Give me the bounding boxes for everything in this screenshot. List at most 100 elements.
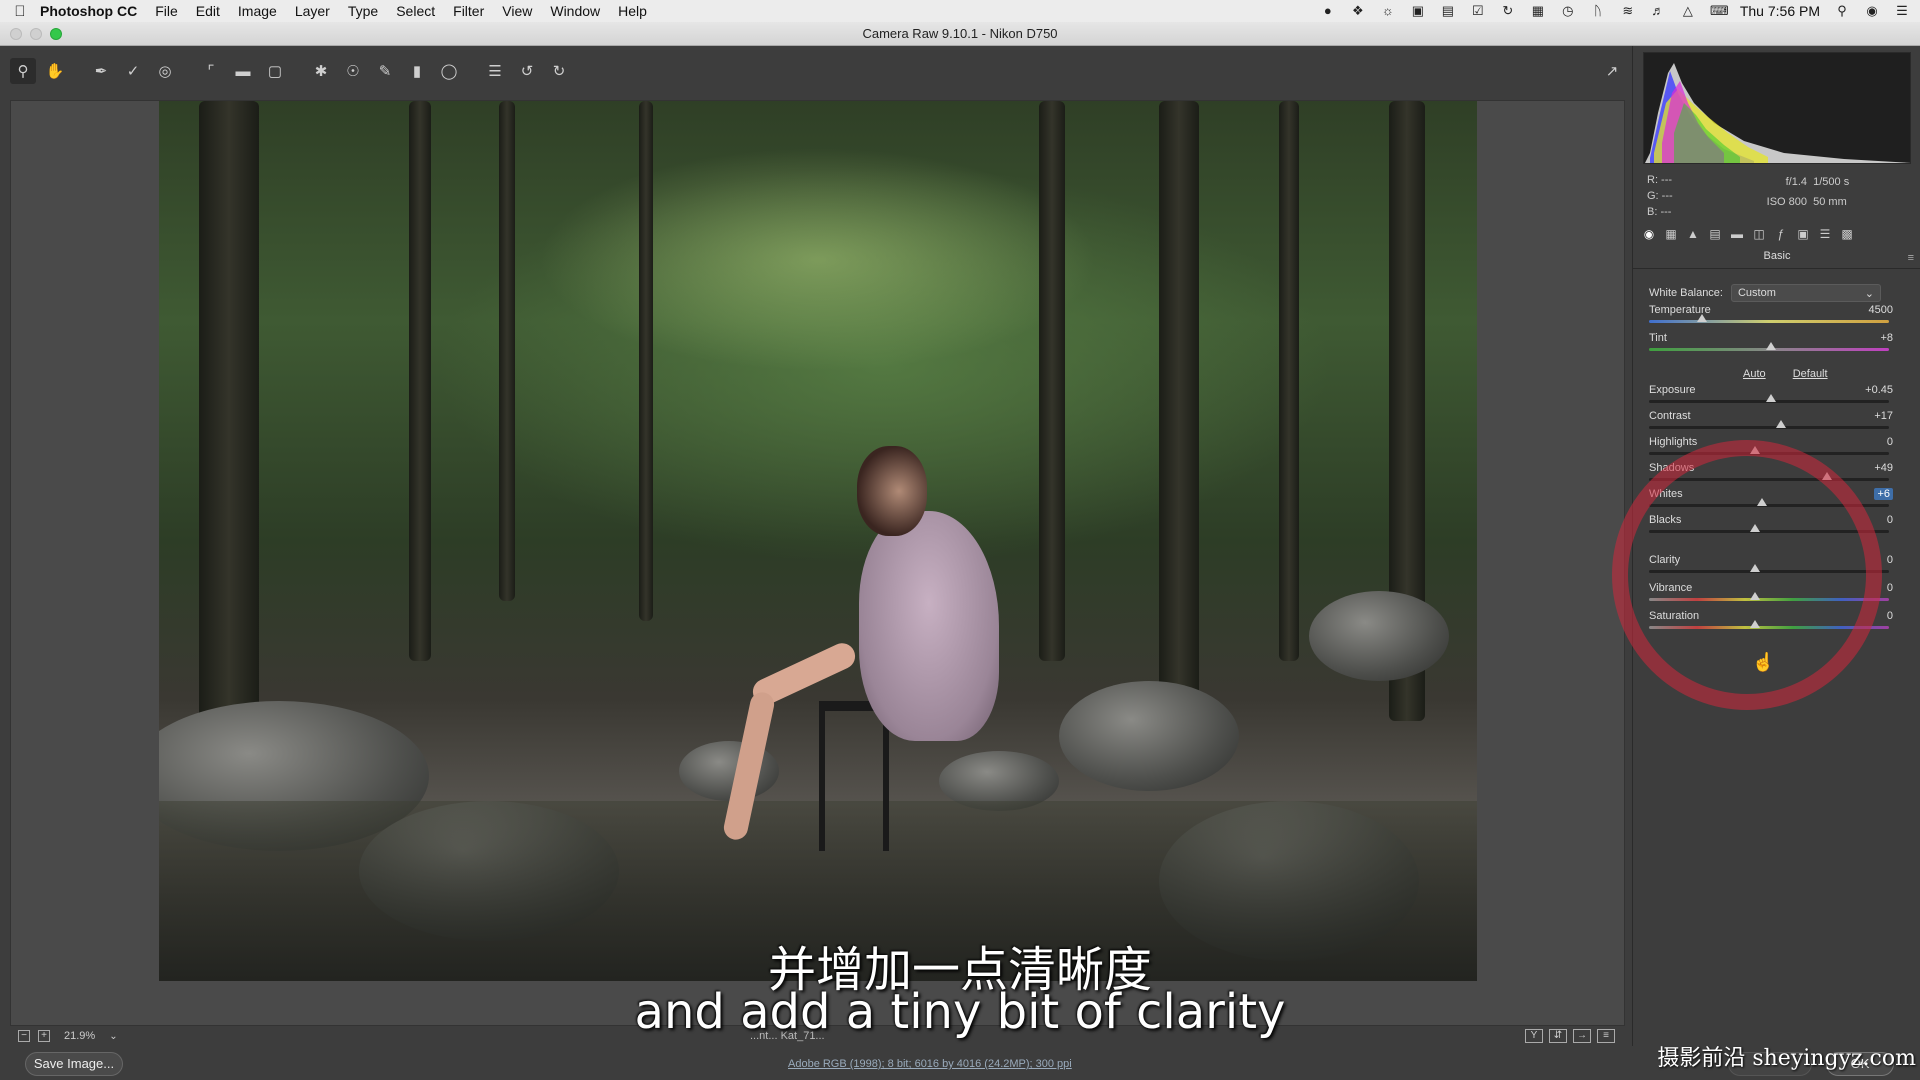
straighten-tool-icon[interactable]: ▬ xyxy=(230,58,256,84)
window-minimize-button[interactable] xyxy=(30,28,42,40)
keyboard-icon[interactable]: ⌨ xyxy=(1710,4,1729,18)
rotate-left-icon[interactable]: ↺ xyxy=(514,58,540,84)
radial-filter-icon[interactable]: ◯ xyxy=(436,58,462,84)
adjustment-brush-icon[interactable]: ✎ xyxy=(372,58,398,84)
menu-image[interactable]: Image xyxy=(238,3,277,19)
histogram xyxy=(1643,52,1911,164)
default-link[interactable]: Default xyxy=(1793,368,1828,380)
aperture-value: f/1.4 xyxy=(1785,176,1807,188)
display-icon[interactable]: ▤ xyxy=(1440,4,1456,18)
exposure-value[interactable]: +0.45 xyxy=(1865,384,1893,396)
panel-divider xyxy=(1633,268,1920,269)
tab-camera-calibration-icon[interactable]: ▣ xyxy=(1795,226,1811,242)
tab-basic-icon[interactable]: ◉ xyxy=(1641,226,1657,242)
menubar-clock[interactable]: Thu 7:56 PM xyxy=(1740,3,1820,19)
tab-tone-curve-icon[interactable]: ▦ xyxy=(1663,226,1679,242)
graduated-filter-icon[interactable]: ▮ xyxy=(404,58,430,84)
auto-link[interactable]: Auto xyxy=(1743,368,1766,380)
creative-cloud-icon[interactable]: ☼ xyxy=(1380,4,1396,18)
tab-split-toning-icon[interactable]: ▬ xyxy=(1729,226,1745,242)
contrast-value[interactable]: +17 xyxy=(1874,410,1893,422)
notification-center-icon[interactable]: ☰ xyxy=(1894,4,1910,18)
contrast-track[interactable] xyxy=(1649,426,1889,429)
image-preview-area[interactable] xyxy=(10,100,1625,1026)
workflow-options-link[interactable]: Adobe RGB (1998); 8 bit; 6016 by 4016 (2… xyxy=(788,1058,1072,1070)
menu-layer[interactable]: Layer xyxy=(295,3,330,19)
transform-tool-icon[interactable]: ▢ xyxy=(262,58,288,84)
contrast-thumb[interactable] xyxy=(1776,420,1786,428)
targeted-adjustment-tool-icon[interactable]: ◎ xyxy=(152,58,178,84)
checkbox-icon[interactable]: ☑ xyxy=(1470,4,1486,18)
subtitle-english: and add a tiny bit of clarity xyxy=(634,984,1286,1040)
window-close-button[interactable] xyxy=(10,28,22,40)
red-eye-tool-icon[interactable]: ☉ xyxy=(340,58,366,84)
blacks-value[interactable]: 0 xyxy=(1887,514,1893,526)
menu-help[interactable]: Help xyxy=(618,3,647,19)
menu-file[interactable]: File xyxy=(155,3,178,19)
shadows-value[interactable]: +49 xyxy=(1874,462,1893,474)
volume-icon[interactable]: ♬ xyxy=(1650,4,1666,18)
clarity-value[interactable]: 0 xyxy=(1887,554,1893,566)
highlight-circle-annotation xyxy=(1612,440,1882,710)
window-zoom-button[interactable] xyxy=(50,28,62,40)
vibrance-value[interactable]: 0 xyxy=(1887,582,1893,594)
save-image-button[interactable]: Save Image... xyxy=(25,1052,123,1076)
preferences-icon[interactable]: ☰ xyxy=(482,58,508,84)
spot-removal-tool-icon[interactable]: ✱ xyxy=(308,58,334,84)
whites-value[interactable]: +6 xyxy=(1874,488,1893,500)
spotlight-search-icon[interactable]: ⚲ xyxy=(1834,4,1850,18)
menu-edit[interactable]: Edit xyxy=(196,3,220,19)
record-icon[interactable]: ● xyxy=(1320,4,1336,18)
exposure-thumb[interactable] xyxy=(1766,394,1777,402)
app-name-menu[interactable]: Photoshop CC xyxy=(40,3,137,19)
temperature-track[interactable] xyxy=(1649,320,1889,323)
siri-icon[interactable]: ◉ xyxy=(1864,4,1880,18)
white-balance-select[interactable]: Custom ⌄ xyxy=(1730,284,1881,302)
color-sampler-tool-icon[interactable]: ✓ xyxy=(120,58,146,84)
panel-menu-icon[interactable]: ≡ xyxy=(1908,252,1914,264)
window-title-bar: Camera Raw 9.10.1 - Nikon D750 xyxy=(0,22,1920,46)
time-machine-icon[interactable]: ◷ xyxy=(1560,4,1576,18)
menu-type[interactable]: Type xyxy=(348,3,378,19)
menu-select[interactable]: Select xyxy=(396,3,435,19)
tint-thumb[interactable] xyxy=(1766,342,1777,350)
fullscreen-toggle-icon[interactable]: ↗ xyxy=(1599,58,1625,84)
rotate-right-icon[interactable]: ↻ xyxy=(546,58,572,84)
temperature-value[interactable]: 4500 xyxy=(1869,304,1893,316)
watermark: 摄影前沿 sheyingyz.com xyxy=(1657,1046,1916,1071)
hand-cursor-icon: ☝ xyxy=(1752,652,1775,672)
temperature-slider[interactable]: Temperature 4500 xyxy=(1649,304,1905,334)
menu-filter[interactable]: Filter xyxy=(453,3,484,19)
crop-tool-icon[interactable]: ⌜ xyxy=(198,58,224,84)
hand-tool-icon[interactable]: ✋ xyxy=(42,58,68,84)
green-readout: G: --- xyxy=(1647,190,1673,202)
dropbox-icon[interactable]: ❖ xyxy=(1350,4,1366,18)
zoom-tool-icon[interactable]: ⚲ xyxy=(10,58,36,84)
highlights-value[interactable]: 0 xyxy=(1887,436,1893,448)
tab-lens-corrections-icon[interactable]: ◫ xyxy=(1751,226,1767,242)
tab-effects-icon[interactable]: ƒ xyxy=(1773,226,1789,242)
temperature-thumb[interactable] xyxy=(1696,314,1707,322)
saturation-value[interactable]: 0 xyxy=(1887,610,1893,622)
tab-detail-icon[interactable]: ▲ xyxy=(1685,226,1701,242)
tab-hsl-icon[interactable]: ▤ xyxy=(1707,226,1723,242)
apple-icon[interactable]:  xyxy=(0,3,40,20)
tab-snapshots-icon[interactable]: ▩ xyxy=(1839,226,1855,242)
tint-label: Tint xyxy=(1649,332,1667,344)
tint-value[interactable]: +8 xyxy=(1880,332,1893,344)
sync-icon[interactable]: ↻ xyxy=(1500,4,1516,18)
camera-icon[interactable]: ▣ xyxy=(1410,4,1426,18)
menu-window[interactable]: Window xyxy=(550,3,600,19)
white-balance-tool-icon[interactable]: ✒ xyxy=(88,58,114,84)
wifi-icon[interactable]: ≋ xyxy=(1620,4,1636,18)
tint-slider[interactable]: Tint +8 xyxy=(1649,332,1905,362)
airplay-icon[interactable]: △ xyxy=(1680,4,1696,18)
tab-presets-icon[interactable]: ☰ xyxy=(1817,226,1833,242)
bluetooth-icon[interactable]: ᚢ xyxy=(1590,4,1606,18)
chevron-down-icon: ⌄ xyxy=(1864,287,1874,300)
menu-view[interactable]: View xyxy=(502,3,532,19)
focal-length-value: 50 mm xyxy=(1813,196,1847,208)
menu-bar:  Photoshop CC File Edit Image Layer Typ… xyxy=(0,0,1920,22)
grid-icon[interactable]: ▦ xyxy=(1530,4,1546,18)
photo-preview xyxy=(159,101,1477,981)
